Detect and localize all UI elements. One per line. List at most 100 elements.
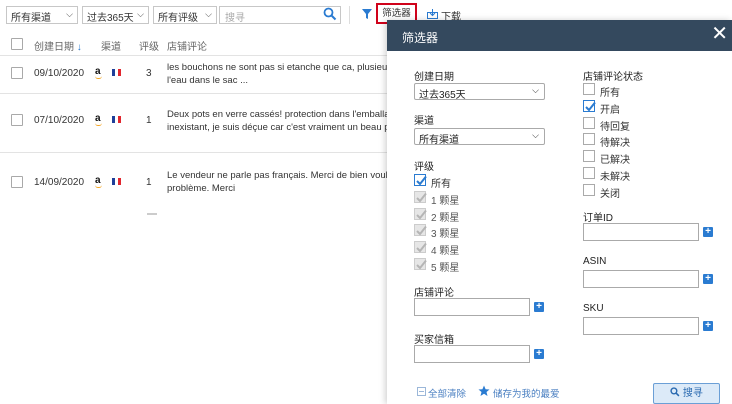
add-sku-button[interactable]: + bbox=[703, 321, 713, 331]
row-rating: 1 bbox=[146, 115, 152, 126]
row-rating: 1 bbox=[146, 177, 152, 188]
column-header-date[interactable]: 创建日期 ↓ bbox=[34, 38, 82, 53]
amazon-icon: a bbox=[95, 113, 102, 126]
star-icon[interactable] bbox=[478, 385, 490, 397]
rating-option-label: 3 颗星 bbox=[431, 229, 460, 241]
date-filter-dropdown[interactable]: 过去365天 ⌵ bbox=[82, 6, 149, 24]
row-review[interactable]: Le vendeur ne parle pas français. Merci … bbox=[167, 169, 387, 195]
app-root: 所有渠道 ⌵ 过去365天 ⌵ 所有评级 ⌵ 搜寻 筛选器 下载 创建日期 ↓ … bbox=[0, 0, 732, 404]
review-status-checkbox[interactable] bbox=[583, 167, 595, 179]
chevron-down-icon: ⌵ bbox=[205, 9, 212, 19]
channel-filter-value: 所有渠道 bbox=[11, 13, 51, 24]
store-review-label: 店铺评论 bbox=[414, 288, 454, 299]
scroll-handle[interactable] bbox=[147, 213, 157, 215]
clear-all-link[interactable]: 全部清除 bbox=[428, 386, 466, 400]
rating-option-checkbox[interactable] bbox=[414, 241, 427, 254]
channel-value: 所有渠道 bbox=[419, 135, 459, 146]
search-placeholder: 搜寻 bbox=[225, 13, 245, 24]
review-status-checkbox[interactable] bbox=[583, 116, 595, 129]
review-status-checkbox[interactable] bbox=[583, 183, 595, 196]
search-icon bbox=[670, 387, 680, 397]
rating-filter-dropdown[interactable]: 所有评级 ⌵ bbox=[153, 6, 217, 24]
row-checkbox[interactable] bbox=[11, 67, 23, 79]
channel-select[interactable]: 所有渠道 ⌵ bbox=[414, 128, 545, 146]
row-review[interactable]: Deux pots en verre cassés! protection da… bbox=[167, 108, 387, 134]
row-date: 07/10/2020 bbox=[34, 115, 85, 126]
review-status-option-label: 待解决 bbox=[600, 138, 630, 150]
chevron-down-icon: ⌵ bbox=[66, 9, 73, 19]
row-divider bbox=[0, 93, 388, 94]
row-checkbox[interactable] bbox=[11, 176, 23, 188]
row-rating: 3 bbox=[146, 68, 152, 79]
column-header-channel: 渠道 bbox=[101, 42, 121, 53]
review-line: Deux pots en verre cassés! protection da… bbox=[167, 109, 387, 120]
add-asin-button[interactable]: + bbox=[703, 274, 713, 284]
rating-option-checkbox[interactable] bbox=[414, 190, 427, 203]
rating-option-label: 4 颗星 bbox=[431, 246, 460, 258]
review-status-checkbox[interactable] bbox=[583, 99, 596, 112]
row-date: 14/09/2020 bbox=[34, 177, 85, 188]
review-status-option-label: 已解决 bbox=[600, 155, 630, 167]
created-date-value: 过去365天 bbox=[419, 90, 466, 101]
close-icon[interactable]: ✕ bbox=[711, 23, 728, 45]
date-filter-value: 过去365天 bbox=[87, 13, 134, 24]
panel-search-button[interactable]: 搜寻 bbox=[653, 383, 720, 404]
rating-option-checkbox[interactable] bbox=[414, 207, 427, 220]
review-status-option-label: 开启 bbox=[600, 104, 620, 116]
sort-down-arrow-icon: ↓ bbox=[76, 42, 82, 53]
filter-panel-title: 筛选器 bbox=[402, 31, 439, 45]
rating-option-label: 5 颗星 bbox=[431, 263, 460, 274]
review-line: Le vendeur ne parle pas français. Merci … bbox=[167, 170, 387, 181]
asin-input[interactable] bbox=[583, 270, 699, 288]
chevron-down-icon: ⌵ bbox=[137, 9, 144, 19]
review-status-option-label: 关闭 bbox=[600, 188, 620, 200]
review-line: les bouchons ne sont pas si etanche que … bbox=[167, 62, 387, 73]
download-icon[interactable] bbox=[427, 9, 438, 19]
rating-option-label: 所有 bbox=[431, 179, 451, 190]
channel-filter-dropdown[interactable]: 所有渠道 ⌵ bbox=[6, 6, 78, 24]
rating-option-checkbox[interactable] bbox=[414, 258, 427, 270]
review-status-option-label: 待回复 bbox=[600, 121, 630, 133]
rating-option-label: 2 颗星 bbox=[431, 212, 460, 224]
add-order-id-button[interactable]: + bbox=[703, 227, 713, 237]
rating-option-checkbox[interactable] bbox=[414, 224, 427, 237]
column-header-review: 店铺评论 bbox=[167, 42, 207, 53]
sku-input[interactable] bbox=[583, 317, 699, 335]
amazon-icon: a bbox=[95, 66, 102, 79]
search-input[interactable]: 搜寻 bbox=[219, 6, 341, 24]
review-status-label: 店铺评论状态 bbox=[583, 72, 643, 83]
channel-label: 渠道 bbox=[414, 116, 434, 127]
select-all-checkbox[interactable] bbox=[11, 38, 23, 50]
rating-option-label: 1 颗星 bbox=[431, 195, 460, 207]
buyer-message-input[interactable] bbox=[414, 345, 530, 363]
review-status-checkbox[interactable] bbox=[583, 150, 595, 163]
chevron-down-icon: ⌵ bbox=[532, 85, 539, 95]
rating-option-checkbox[interactable] bbox=[414, 174, 427, 186]
review-line: problème. Merci bbox=[167, 183, 236, 194]
review-status-checkbox[interactable] bbox=[583, 83, 595, 95]
review-status-option-label: 未解决 bbox=[600, 172, 630, 183]
created-date-select[interactable]: 过去365天 ⌵ bbox=[414, 83, 545, 101]
amazon-icon: a bbox=[95, 175, 102, 188]
review-status-option-label: 所有 bbox=[600, 88, 620, 99]
buyer-message-label: 买家信箱 bbox=[414, 335, 454, 346]
add-store-review-button[interactable]: + bbox=[534, 302, 544, 312]
store-review-input[interactable] bbox=[414, 298, 530, 316]
row-date: 09/10/2020 bbox=[34, 68, 85, 79]
funnel-icon[interactable] bbox=[362, 9, 372, 19]
column-header-rating: 评级 bbox=[139, 42, 159, 53]
search-icon[interactable] bbox=[323, 7, 337, 21]
review-line: inexistant, je suis déçue car c'est vrai… bbox=[167, 122, 387, 133]
clear-icon[interactable] bbox=[417, 387, 426, 396]
row-checkbox[interactable] bbox=[11, 114, 23, 126]
save-favorite-link[interactable]: 储存为我的最爱 bbox=[493, 386, 560, 400]
review-status-checkbox[interactable] bbox=[583, 133, 595, 146]
order-id-input[interactable] bbox=[583, 223, 699, 241]
review-line: l'eau dans le sac ... bbox=[167, 75, 249, 86]
rating-filter-value: 所有评级 bbox=[158, 13, 198, 24]
add-buyer-message-button[interactable]: + bbox=[534, 349, 544, 359]
france-flag-icon bbox=[112, 178, 121, 185]
france-flag-icon bbox=[112, 116, 121, 123]
column-header-date-label: 创建日期 bbox=[34, 42, 74, 53]
row-review[interactable]: les bouchons ne sont pas si etanche que … bbox=[167, 61, 387, 87]
